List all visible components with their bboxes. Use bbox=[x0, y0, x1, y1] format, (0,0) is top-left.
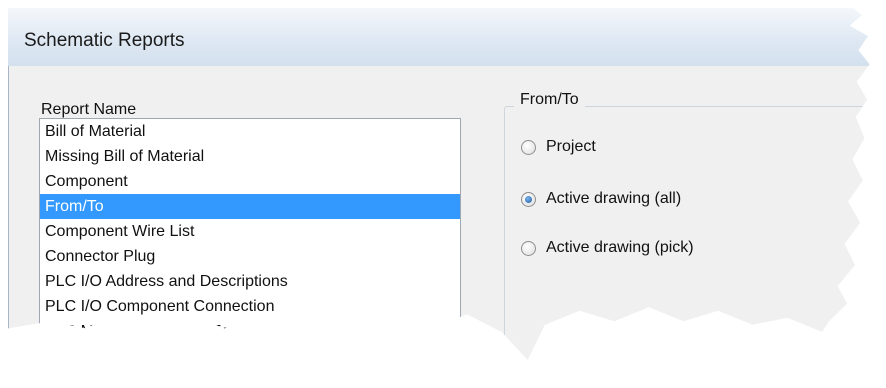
list-item-bill-of-material[interactable]: Bill of Material bbox=[40, 119, 460, 144]
radio-button-icon[interactable] bbox=[521, 139, 536, 155]
radio-active-drawing-pick-label: Active drawing (pick) bbox=[546, 239, 694, 256]
list-item-component-wire-list[interactable]: Component Wire List bbox=[40, 219, 460, 244]
window-title: Schematic Reports bbox=[24, 30, 185, 51]
radio-active-drawing-pick[interactable]: Active drawing (pick) bbox=[521, 239, 694, 257]
radio-active-drawing-all-label: Active drawing (all) bbox=[546, 190, 682, 207]
radio-project[interactable]: Project bbox=[521, 138, 596, 156]
schematic-reports-dialog: Schematic Reports Report Name Bill of Ma… bbox=[8, 8, 870, 360]
radio-button-icon[interactable] bbox=[521, 240, 536, 256]
list-item-missing-bill-of-material[interactable]: Missing Bill of Material bbox=[40, 144, 460, 169]
list-item-component[interactable]: Component bbox=[40, 169, 460, 194]
radio-project-label: Project bbox=[546, 138, 596, 155]
list-item-plc-io-address[interactable]: PLC I/O Address and Descriptions bbox=[40, 269, 460, 294]
list-item-connector-plug[interactable]: Connector Plug bbox=[40, 244, 460, 269]
dialog-body: Report Name Bill of Material Missing Bil… bbox=[8, 66, 870, 360]
title-bar[interactable]: Schematic Reports bbox=[8, 8, 870, 67]
report-name-listbox[interactable]: Bill of Material Missing Bill of Materia… bbox=[39, 118, 461, 360]
radio-button-checked-icon[interactable] bbox=[521, 191, 536, 207]
list-item-plc-modules-used[interactable]: PLC Modules Used So Far bbox=[40, 319, 460, 344]
list-item-plc-io-component-connection[interactable]: PLC I/O Component Connection bbox=[40, 294, 460, 319]
list-item-from-to[interactable]: From/To bbox=[40, 194, 460, 219]
report-name-label: Report Name bbox=[41, 101, 137, 118]
from-to-legend: From/To bbox=[514, 91, 585, 109]
radio-active-drawing-all[interactable]: Active drawing (all) bbox=[521, 190, 681, 208]
